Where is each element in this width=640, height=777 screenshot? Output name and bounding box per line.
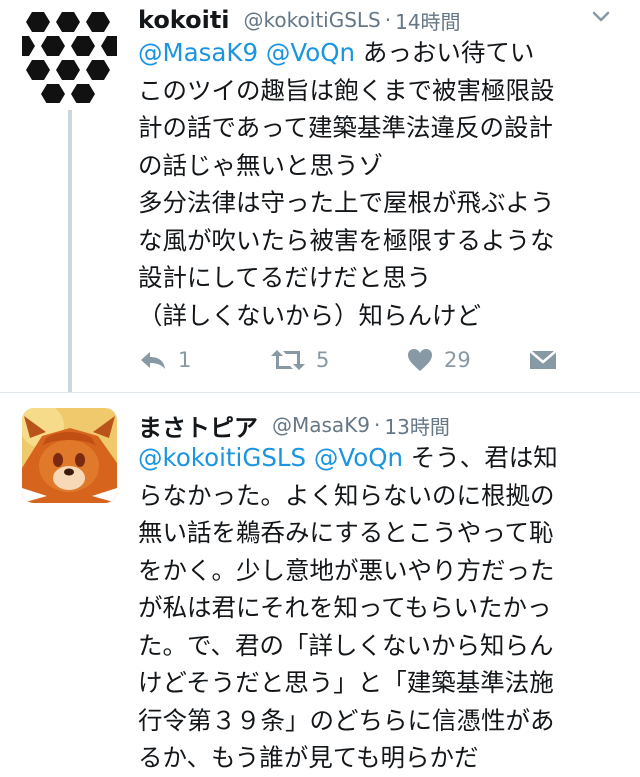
- username[interactable]: @MasaK9: [272, 413, 370, 437]
- reply-icon: [141, 352, 165, 369]
- tweet-line: な風が吹いたら被害を極限するような: [138, 225, 555, 255]
- retweet-icon: [271, 350, 305, 370]
- hexagon-pattern-avatar-icon: [22, 8, 117, 103]
- tweet-line: このツイの趣旨は飽くまで被害極限設: [138, 75, 555, 105]
- tweet-line: た。で、君の「詳しくないから知らん: [138, 630, 554, 660]
- tweet-header: kokoiti @kokoitiGSLS · 14時間: [138, 2, 620, 38]
- text-segment: あっおい待てい: [355, 38, 535, 67]
- timestamp[interactable]: 14時間: [395, 6, 460, 35]
- separator-dot: ·: [374, 413, 381, 437]
- retweet-count: 5: [316, 348, 330, 372]
- direct-message-button[interactable]: [528, 342, 558, 378]
- tweet-header: まさトピア @MasaK9 · 13時間: [138, 407, 620, 443]
- tweet-line: 多分法律は守った上で屋根が飛ぶよう: [138, 188, 555, 217]
- tweet-line: が私は君にそれを知ってもらいたかっ: [138, 593, 552, 622]
- tweet-line: 行令第３９条」のどちらに信憑性があ: [138, 705, 555, 735]
- tweet-line: 無い話を鵜呑みにするとこうやって恥: [138, 518, 554, 547]
- retweet-button[interactable]: 5: [270, 342, 329, 378]
- timestamp[interactable]: 13時間: [384, 411, 449, 440]
- separator-dot: ·: [384, 8, 392, 32]
- tweet-kokoiti[interactable]: kokoiti @kokoitiGSLS · 14時間 @MasaK9 @VoQ…: [0, 0, 640, 392]
- like-count: 29: [444, 348, 471, 372]
- tweet-text: @kokoitiGSLS @VoQn そう、君は知 らなかった。よく知らないのに…: [138, 439, 620, 777]
- display-name[interactable]: まさトピア: [138, 408, 258, 443]
- tweet-line: けどそうだと思う」と「建築基準法施: [138, 668, 554, 697]
- chevron-down-icon[interactable]: [586, 2, 616, 32]
- tweet-line: をかく。少し意地が悪いやり方だった: [138, 555, 555, 585]
- envelope-icon: [529, 350, 557, 369]
- heart-icon: [408, 349, 432, 371]
- mention-links[interactable]: @kokoitiGSLS @VoQn: [138, 443, 403, 472]
- tweet-line: 計の話であって建築基準法違反の設計: [138, 113, 554, 142]
- mention-links[interactable]: @MasaK9 @VoQn: [138, 38, 355, 67]
- display-name[interactable]: kokoiti: [138, 6, 230, 34]
- tweet-masak9[interactable]: まさトピア @MasaK9 · 13時間 @kokoitiGSLS @VoQn …: [0, 393, 640, 772]
- tweet-line: るか、もう誰が見ても明らかだ: [138, 743, 479, 772]
- thread-line: [68, 110, 72, 392]
- reply-count: 1: [178, 348, 192, 372]
- avatar[interactable]: [22, 408, 117, 503]
- tweet-line: @MasaK9 @VoQn あっおい待てい: [138, 34, 620, 72]
- tweet-line: （詳しくないから）知らんけど: [138, 300, 481, 330]
- tweet-line: らなかった。よく知らないのに根拠の: [138, 480, 555, 510]
- avatar[interactable]: [22, 8, 117, 103]
- text-segment: そう、君は知: [403, 443, 558, 472]
- tweet-line: @kokoitiGSLS @VoQn そう、君は知: [138, 439, 620, 477]
- tweet-line: 設計にしてるだけだと思う: [138, 263, 432, 292]
- tweet-text: @MasaK9 @VoQn あっおい待てい このツイの趣旨は飽くまで被害極限設 …: [138, 34, 620, 334]
- tweet-line: の話じゃ無いと思うゾ: [138, 150, 383, 180]
- tweet-actions: 1 5 29: [138, 342, 608, 378]
- reply-button[interactable]: 1: [138, 342, 191, 378]
- username[interactable]: @kokoitiGSLS: [244, 8, 381, 32]
- like-button[interactable]: 29: [406, 342, 471, 378]
- furry-character-avatar-icon: [22, 408, 117, 503]
